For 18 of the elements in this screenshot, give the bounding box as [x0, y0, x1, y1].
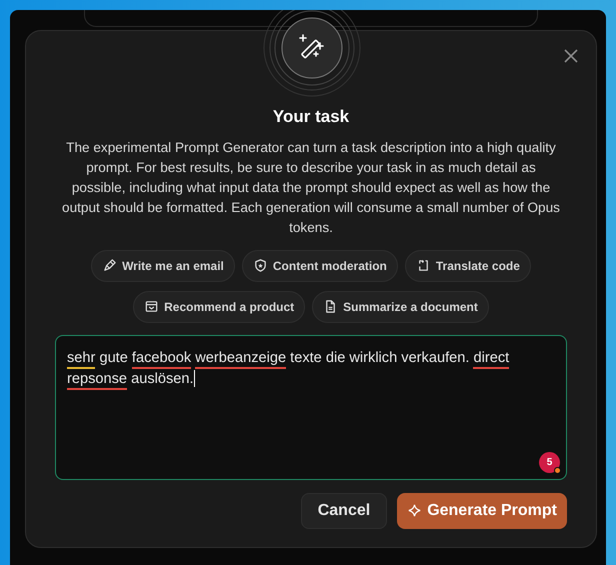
suggestion-chip[interactable]: Write me an email: [91, 250, 235, 282]
input-text: sehr gute facebook werbeanzeige texte die wirklich verkaufen. direct repsonse auslösen.: [67, 348, 555, 390]
error-count-badge: 5: [539, 452, 560, 472]
pen-icon: [102, 258, 118, 273]
inbox-icon: [144, 299, 160, 314]
close-icon: [562, 47, 580, 65]
generate-button[interactable]: Generate Prompt: [397, 492, 567, 528]
suggestion-chip[interactable]: Content moderation: [242, 250, 398, 282]
dialog-description: The experimental Prompt Generator can turn a task description into a high quality prompt. For best results, be sure to describe your task in as much detail as possible, including what input data the prompt should expect as well as how the output should be formatted. Each generation will consume a small number of Opus tokens.: [61, 138, 561, 236]
suggestion-chip[interactable]: Summarize a document: [312, 290, 489, 322]
cancel-button[interactable]: Cancel: [300, 492, 388, 528]
sparkle-icon: [407, 503, 422, 518]
suggestion-chip[interactable]: Translate code: [404, 250, 531, 282]
suggestion-chip[interactable]: Recommend a product: [133, 290, 306, 322]
close-button[interactable]: [562, 47, 580, 65]
task-input-field[interactable]: sehr gute facebook werbeanzeige texte die wirklich verkaufen. direct repsonse auslösen. 5: [55, 334, 567, 480]
shield-icon: [252, 258, 268, 273]
dialog-title: Your task: [272, 106, 350, 128]
